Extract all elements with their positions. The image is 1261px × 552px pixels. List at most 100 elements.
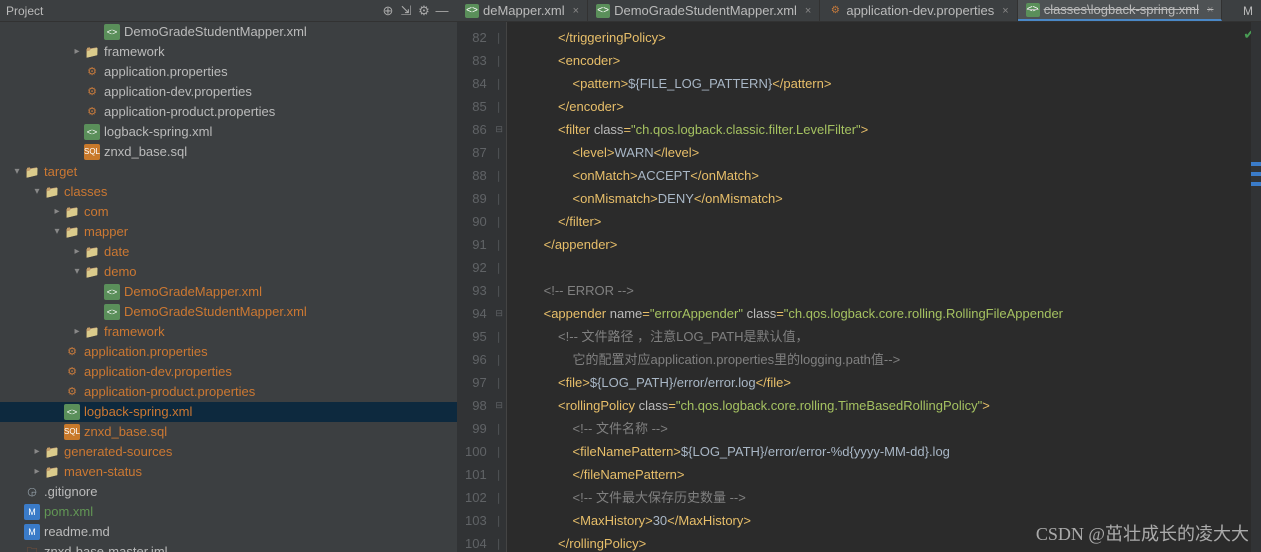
editor-tab[interactable]: DemoGradeStudentMapper.xml× [588, 0, 820, 21]
expand-arrow-icon[interactable]: ▾ [30, 182, 44, 202]
fold-marker[interactable]: │ [493, 509, 506, 532]
code-line[interactable]: <pattern>${FILE_LOG_PATTERN}</pattern> [515, 72, 1261, 95]
code-line[interactable]: <filter class="ch.qos.logback.classic.fi… [515, 118, 1261, 141]
fold-marker[interactable]: │ [493, 348, 506, 371]
close-tab-icon[interactable]: × [805, 5, 811, 17]
code-line[interactable]: </rollingPolicy> [515, 532, 1261, 552]
fold-marker[interactable]: │ [493, 371, 506, 394]
tree-row[interactable]: application-dev.properties [0, 362, 457, 382]
stripe-mark[interactable] [1251, 182, 1261, 186]
fold-marker[interactable]: │ [493, 141, 506, 164]
expand-arrow-icon[interactable]: ▸ [50, 202, 64, 222]
code-line[interactable]: <MaxHistory>30</MaxHistory> [515, 509, 1261, 532]
fold-marker[interactable]: │ [493, 164, 506, 187]
tree-row[interactable]: znxd_base.sql [0, 142, 457, 162]
code-line[interactable]: <onMismatch>DENY</onMismatch> [515, 187, 1261, 210]
code-line[interactable]: </fileNamePattern> [515, 463, 1261, 486]
tree-row[interactable]: application-dev.properties [0, 82, 457, 102]
tree-row[interactable]: application.properties [0, 62, 457, 82]
tree-row[interactable]: ▾demo [0, 262, 457, 282]
tree-row[interactable]: DemoGradeStudentMapper.xml [0, 22, 457, 42]
tree-row[interactable]: logback-spring.xml [0, 122, 457, 142]
stripe-mark[interactable] [1251, 172, 1261, 176]
expand-arrow-icon[interactable]: ▸ [30, 442, 44, 462]
tree-row[interactable]: application.properties [0, 342, 457, 362]
code-line[interactable]: </triggeringPolicy> [515, 26, 1261, 49]
tree-row[interactable]: DemoGradeStudentMapper.xml [0, 302, 457, 322]
tree-row[interactable]: ▸maven-status [0, 462, 457, 482]
tree-row[interactable]: logback-spring.xml [0, 402, 457, 422]
expand-arrow-icon[interactable]: ▸ [70, 242, 84, 262]
code-line[interactable]: 它的配置对应application.properties里的logging.pa… [515, 348, 1261, 371]
fold-marker[interactable]: │ [493, 95, 506, 118]
hide-icon[interactable]: — [433, 3, 451, 18]
fold-marker[interactable]: │ [493, 26, 506, 49]
stripe-mark[interactable] [1251, 162, 1261, 166]
code-line[interactable] [515, 256, 1261, 279]
marker-stripe[interactable] [1251, 22, 1261, 552]
tree-row[interactable]: DemoGradeMapper.xml [0, 282, 457, 302]
tree-row[interactable]: pom.xml [0, 502, 457, 522]
editor-tab[interactable]: deMapper.xml× [457, 0, 588, 21]
code-line[interactable]: </encoder> [515, 95, 1261, 118]
tree-row[interactable]: .gitignore [0, 482, 457, 502]
tree-row[interactable]: ▾classes [0, 182, 457, 202]
fold-marker[interactable]: │ [493, 486, 506, 509]
code-line[interactable]: <appender name="errorAppender" class="ch… [515, 302, 1261, 325]
tree-row[interactable]: application-product.properties [0, 382, 457, 402]
fold-marker[interactable]: ⊟ [493, 118, 506, 141]
fold-marker[interactable]: │ [493, 532, 506, 552]
expand-arrow-icon[interactable]: ▾ [10, 162, 24, 182]
fold-marker[interactable]: ⊟ [493, 394, 506, 417]
tab-overflow[interactable]: M [1235, 0, 1261, 21]
expand-arrow-icon[interactable]: ▸ [30, 462, 44, 482]
close-tab-icon[interactable]: × [573, 5, 579, 17]
tree-row[interactable]: ▾mapper [0, 222, 457, 242]
code-line[interactable]: </filter> [515, 210, 1261, 233]
code-line[interactable]: <encoder> [515, 49, 1261, 72]
fold-marker[interactable]: │ [493, 210, 506, 233]
expand-arrow-icon[interactable]: ▸ [70, 322, 84, 342]
code-line[interactable]: <!-- 文件最大保存历史数量 --> [515, 486, 1261, 509]
tree-row[interactable]: application-product.properties [0, 102, 457, 122]
settings-icon[interactable]: ⚙ [415, 3, 433, 19]
fold-gutter[interactable]: ││││⊟│││││││⊟│││⊟││││││ [493, 22, 507, 552]
close-tab-icon[interactable]: × [1002, 5, 1008, 17]
expand-arrow-icon[interactable]: ▾ [50, 222, 64, 242]
fold-marker[interactable]: │ [493, 187, 506, 210]
tree-row[interactable]: znxd-base-master.iml [0, 542, 457, 552]
fold-marker[interactable]: │ [493, 256, 506, 279]
fold-marker[interactable]: │ [493, 72, 506, 95]
fold-marker[interactable]: │ [493, 233, 506, 256]
fold-marker[interactable]: │ [493, 463, 506, 486]
fold-marker[interactable]: │ [493, 417, 506, 440]
code-line[interactable]: </appender> [515, 233, 1261, 256]
code-line[interactable]: <!-- 文件名称 --> [515, 417, 1261, 440]
tree-row[interactable]: ▸framework [0, 322, 457, 342]
tree-row[interactable]: ▾target [0, 162, 457, 182]
code-line[interactable]: <file>${LOG_PATH}/error/error.log</file> [515, 371, 1261, 394]
editor-tab[interactable]: application-dev.properties× [820, 0, 1017, 21]
tree-row[interactable]: ▸com [0, 202, 457, 222]
close-tab-icon[interactable]: × [1207, 4, 1213, 16]
code-line[interactable]: <onMatch>ACCEPT</onMatch> [515, 164, 1261, 187]
tree-row[interactable]: readme.md [0, 522, 457, 542]
expand-arrow-icon[interactable]: ▸ [70, 42, 84, 62]
tree-row[interactable]: znxd_base.sql [0, 422, 457, 442]
code-line[interactable]: <level>WARN</level> [515, 141, 1261, 164]
code-line[interactable]: <!-- 文件路径 ，注意LOG_PATH是默认值， [515, 325, 1261, 348]
fold-marker[interactable]: │ [493, 325, 506, 348]
tree-row[interactable]: ▸framework [0, 42, 457, 62]
fold-marker[interactable]: │ [493, 279, 506, 302]
code-content[interactable]: </triggeringPolicy> <encoder> <pattern>$… [507, 22, 1261, 552]
fold-marker[interactable]: │ [493, 49, 506, 72]
editor-tab[interactable]: classes\logback-spring.xml× [1018, 0, 1223, 21]
expand-arrow-icon[interactable]: ▾ [70, 262, 84, 282]
select-target-icon[interactable]: ⊕ [379, 3, 397, 19]
tree-row[interactable]: ▸date [0, 242, 457, 262]
collapse-icon[interactable]: ⇲ [397, 3, 415, 19]
code-line[interactable]: <!-- ERROR --> [515, 279, 1261, 302]
code-line[interactable]: <fileNamePattern>${LOG_PATH}/error/error… [515, 440, 1261, 463]
fold-marker[interactable]: │ [493, 440, 506, 463]
project-tree[interactable]: DemoGradeStudentMapper.xml▸frameworkappl… [0, 22, 457, 552]
